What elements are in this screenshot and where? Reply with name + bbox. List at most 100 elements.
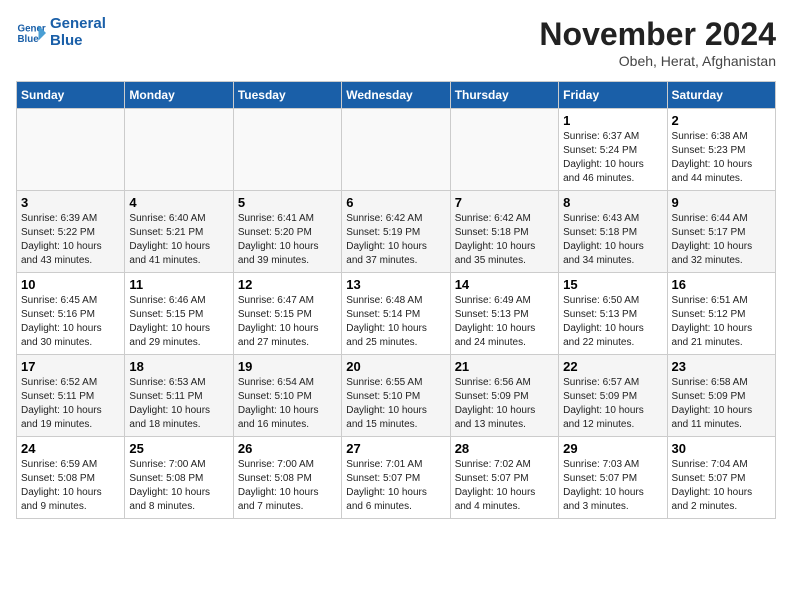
day-number: 8 [563, 195, 662, 210]
day-info: Sunrise: 6:48 AM Sunset: 5:14 PM Dayligh… [346, 294, 445, 350]
day-number: 25 [129, 441, 228, 456]
day-info: Sunrise: 6:40 AM Sunset: 5:21 PM Dayligh… [129, 212, 228, 268]
page-header: General Blue GeneralBlue November 2024 O… [16, 16, 776, 69]
calendar-cell: 15 Sunrise: 6:50 AM Sunset: 5:13 PM Dayli… [559, 273, 667, 355]
day-info: Sunrise: 6:43 AM Sunset: 5:18 PM Dayligh… [563, 212, 662, 268]
calendar-cell: 3 Sunrise: 6:39 AM Sunset: 5:22 PM Daylig… [17, 191, 125, 273]
calendar-cell: 7 Sunrise: 6:42 AM Sunset: 5:18 PM Daylig… [450, 191, 558, 273]
weekday-header-row: SundayMondayTuesdayWednesdayThursdayFrid… [17, 82, 776, 109]
calendar-cell [233, 109, 341, 191]
calendar-cell: 27Sunrise: 7:01 AM Sunset: 5:07 PM Dayli… [342, 437, 450, 519]
calendar-cell: 21 Sunrise: 6:56 AM Sunset: 5:09 PM Dayli… [450, 355, 558, 437]
calendar-cell: 12 Sunrise: 6:47 AM Sunset: 5:15 PM Dayli… [233, 273, 341, 355]
day-number: 20 [346, 359, 445, 374]
week-row-2: 3 Sunrise: 6:39 AM Sunset: 5:22 PM Daylig… [17, 191, 776, 273]
calendar-cell: 17 Sunrise: 6:52 AM Sunset: 5:11 PM Dayli… [17, 355, 125, 437]
day-info: Sunrise: 6:53 AM Sunset: 5:11 PM Dayligh… [129, 376, 228, 432]
calendar-cell: 5 Sunrise: 6:41 AM Sunset: 5:20 PM Daylig… [233, 191, 341, 273]
day-info: Sunrise: 6:41 AM Sunset: 5:20 PM Dayligh… [238, 212, 337, 268]
day-number: 7 [455, 195, 554, 210]
calendar-cell: 1 Sunrise: 6:37 AM Sunset: 5:24 PM Daylig… [559, 109, 667, 191]
calendar-cell [450, 109, 558, 191]
title-block: November 2024 Obeh, Herat, Afghanistan [539, 16, 776, 69]
day-number: 15 [563, 277, 662, 292]
day-info: Sunrise: 7:04 AM Sunset: 5:07 PM Dayligh… [672, 458, 771, 514]
day-info: Sunrise: 6:52 AM Sunset: 5:11 PM Dayligh… [21, 376, 120, 432]
day-info: Sunrise: 6:45 AM Sunset: 5:16 PM Dayligh… [21, 294, 120, 350]
day-info: Sunrise: 6:50 AM Sunset: 5:13 PM Dayligh… [563, 294, 662, 350]
day-number: 16 [672, 277, 771, 292]
calendar-cell: 11 Sunrise: 6:46 AM Sunset: 5:15 PM Dayli… [125, 273, 233, 355]
calendar-cell: 29Sunrise: 7:03 AM Sunset: 5:07 PM Dayli… [559, 437, 667, 519]
day-info: Sunrise: 7:00 AM Sunset: 5:08 PM Dayligh… [238, 458, 337, 514]
calendar-cell: 9 Sunrise: 6:44 AM Sunset: 5:17 PM Daylig… [667, 191, 775, 273]
day-info: Sunrise: 6:51 AM Sunset: 5:12 PM Dayligh… [672, 294, 771, 350]
day-info: Sunrise: 6:42 AM Sunset: 5:19 PM Dayligh… [346, 212, 445, 268]
calendar-cell: 8 Sunrise: 6:43 AM Sunset: 5:18 PM Daylig… [559, 191, 667, 273]
day-info: Sunrise: 6:47 AM Sunset: 5:15 PM Dayligh… [238, 294, 337, 350]
calendar-cell [17, 109, 125, 191]
weekday-saturday: Saturday [667, 82, 775, 109]
calendar-cell: 24 Sunrise: 6:59 AM Sunset: 5:08 PM Dayli… [17, 437, 125, 519]
calendar-cell: 13 Sunrise: 6:48 AM Sunset: 5:14 PM Dayli… [342, 273, 450, 355]
day-number: 3 [21, 195, 120, 210]
calendar-title: November 2024 [539, 16, 776, 53]
day-number: 30 [672, 441, 771, 456]
day-number: 21 [455, 359, 554, 374]
day-info: Sunrise: 7:03 AM Sunset: 5:07 PM Dayligh… [563, 458, 662, 514]
weekday-thursday: Thursday [450, 82, 558, 109]
day-info: Sunrise: 6:38 AM Sunset: 5:23 PM Dayligh… [672, 130, 771, 186]
calendar-cell: 4 Sunrise: 6:40 AM Sunset: 5:21 PM Daylig… [125, 191, 233, 273]
calendar-cell: 6 Sunrise: 6:42 AM Sunset: 5:19 PM Daylig… [342, 191, 450, 273]
day-number: 22 [563, 359, 662, 374]
calendar-cell: 18Sunrise: 6:53 AM Sunset: 5:11 PM Dayli… [125, 355, 233, 437]
week-row-3: 10 Sunrise: 6:45 AM Sunset: 5:16 PM Dayli… [17, 273, 776, 355]
day-number: 2 [672, 113, 771, 128]
day-info: Sunrise: 6:42 AM Sunset: 5:18 PM Dayligh… [455, 212, 554, 268]
calendar-cell: 28 Sunrise: 7:02 AM Sunset: 5:07 PM Dayli… [450, 437, 558, 519]
week-row-4: 17 Sunrise: 6:52 AM Sunset: 5:11 PM Dayli… [17, 355, 776, 437]
day-number: 11 [129, 277, 228, 292]
day-info: Sunrise: 6:58 AM Sunset: 5:09 PM Dayligh… [672, 376, 771, 432]
calendar-cell: 30 Sunrise: 7:04 AM Sunset: 5:07 PM Dayli… [667, 437, 775, 519]
logo-text: GeneralBlue [50, 16, 106, 49]
day-number: 24 [21, 441, 120, 456]
day-number: 1 [563, 113, 662, 128]
day-info: Sunrise: 6:46 AM Sunset: 5:15 PM Dayligh… [129, 294, 228, 350]
calendar-cell: 2 Sunrise: 6:38 AM Sunset: 5:23 PM Daylig… [667, 109, 775, 191]
day-number: 9 [672, 195, 771, 210]
calendar-cell: 16 Sunrise: 6:51 AM Sunset: 5:12 PM Dayli… [667, 273, 775, 355]
day-info: Sunrise: 6:56 AM Sunset: 5:09 PM Dayligh… [455, 376, 554, 432]
weekday-monday: Monday [125, 82, 233, 109]
day-number: 4 [129, 195, 228, 210]
weekday-tuesday: Tuesday [233, 82, 341, 109]
calendar-cell: 23 Sunrise: 6:58 AM Sunset: 5:09 PM Dayli… [667, 355, 775, 437]
calendar-cell: 22 Sunrise: 6:57 AM Sunset: 5:09 PM Dayli… [559, 355, 667, 437]
day-info: Sunrise: 6:59 AM Sunset: 5:08 PM Dayligh… [21, 458, 120, 514]
weekday-wednesday: Wednesday [342, 82, 450, 109]
day-info: Sunrise: 6:37 AM Sunset: 5:24 PM Dayligh… [563, 130, 662, 186]
day-number: 13 [346, 277, 445, 292]
week-row-1: 1 Sunrise: 6:37 AM Sunset: 5:24 PM Daylig… [17, 109, 776, 191]
day-number: 10 [21, 277, 120, 292]
day-number: 14 [455, 277, 554, 292]
calendar-cell: 19Sunrise: 6:54 AM Sunset: 5:10 PM Dayli… [233, 355, 341, 437]
day-info: Sunrise: 7:02 AM Sunset: 5:07 PM Dayligh… [455, 458, 554, 514]
day-number: 6 [346, 195, 445, 210]
day-info: Sunrise: 7:00 AM Sunset: 5:08 PM Dayligh… [129, 458, 228, 514]
day-info: Sunrise: 6:39 AM Sunset: 5:22 PM Dayligh… [21, 212, 120, 268]
day-info: Sunrise: 6:55 AM Sunset: 5:10 PM Dayligh… [346, 376, 445, 432]
logo: General Blue GeneralBlue [16, 16, 106, 49]
day-number: 17 [21, 359, 120, 374]
calendar-cell: 14Sunrise: 6:49 AM Sunset: 5:13 PM Dayli… [450, 273, 558, 355]
day-info: Sunrise: 6:44 AM Sunset: 5:17 PM Dayligh… [672, 212, 771, 268]
day-number: 26 [238, 441, 337, 456]
calendar-cell: 20 Sunrise: 6:55 AM Sunset: 5:10 PM Dayli… [342, 355, 450, 437]
day-number: 12 [238, 277, 337, 292]
day-number: 5 [238, 195, 337, 210]
weekday-sunday: Sunday [17, 82, 125, 109]
day-number: 23 [672, 359, 771, 374]
day-number: 28 [455, 441, 554, 456]
day-info: Sunrise: 6:57 AM Sunset: 5:09 PM Dayligh… [563, 376, 662, 432]
day-number: 19 [238, 359, 337, 374]
